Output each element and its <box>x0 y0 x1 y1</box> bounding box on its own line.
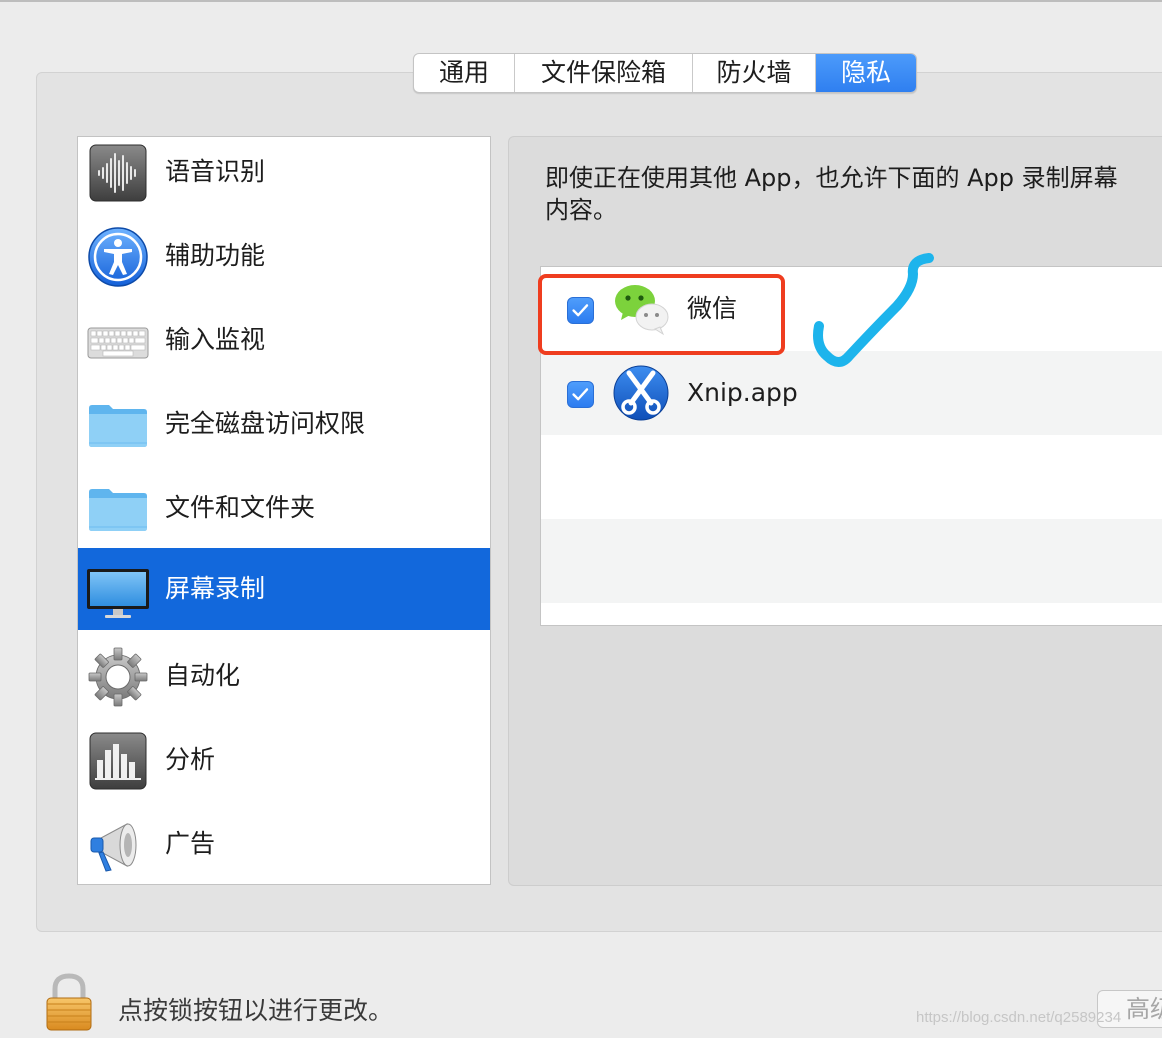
gear-icon <box>88 647 148 707</box>
sidebar-item-input-monitoring[interactable]: 输入监视 <box>78 305 490 387</box>
sidebar-item-speech-recognition[interactable]: 语音识别 <box>78 137 490 219</box>
sidebar-item-label: 分析 <box>165 745 216 774</box>
sidebar-item-full-disk-access[interactable]: 完全磁盘访问权限 <box>78 389 490 471</box>
sidebar-item-label: 自动化 <box>165 661 241 690</box>
list-empty-row <box>541 519 1162 603</box>
privacy-category-list: 语音识别 辅助功能 输入监视 完全磁盘访问权限 文件和文件夹 屏幕录制 自动化 … <box>77 136 491 885</box>
sidebar-item-label: 广告 <box>165 829 216 858</box>
list-empty-row <box>541 435 1162 519</box>
description-line-2: 内容。 <box>545 196 617 224</box>
keyboard-icon <box>87 327 149 359</box>
window-top-border <box>0 0 1162 2</box>
sidebar-item-files-and-folders[interactable]: 文件和文件夹 <box>78 473 490 555</box>
megaphone-icon <box>90 823 137 872</box>
sidebar-item-label: 完全磁盘访问权限 <box>165 409 366 438</box>
bar-chart-icon <box>89 732 147 790</box>
permission-description: 即使正在使用其他 App，也允许下面的 App 录制屏幕 内容。 <box>545 162 1162 226</box>
blue-checkmark-annotation <box>813 253 934 367</box>
lock-hint-text: 点按锁按钮以进行更改。 <box>118 996 394 1025</box>
sidebar-item-analytics[interactable]: 分析 <box>78 725 490 807</box>
display-icon <box>87 569 149 618</box>
waveform-icon <box>89 144 147 202</box>
sidebar-item-label: 辅助功能 <box>165 241 266 270</box>
xnip-checkbox[interactable] <box>567 381 594 408</box>
app-name: Xnip.app <box>687 378 798 407</box>
sidebar-item-accessibility[interactable]: 辅助功能 <box>78 221 490 303</box>
folder-icon <box>89 489 147 531</box>
sidebar-item-label: 屏幕录制 <box>165 574 266 603</box>
watermark-text: https://blog.csdn.net/q2589234 <box>916 1009 1122 1026</box>
sidebar-item-automation[interactable]: 自动化 <box>78 641 490 723</box>
sidebar-item-advertising[interactable]: 广告 <box>78 809 490 891</box>
tab-privacy[interactable]: 隐私 <box>816 54 916 92</box>
tab-firewall[interactable]: 防火墙 <box>693 54 816 92</box>
security-tab-bar: 通用 文件保险箱 防火墙 隐私 <box>413 53 917 93</box>
xnip-scissors-icon <box>613 365 669 421</box>
accessibility-icon <box>88 227 148 287</box>
sidebar-item-label: 输入监视 <box>165 325 266 354</box>
red-highlight-annotation <box>538 274 785 355</box>
sidebar-item-screen-recording[interactable]: 屏幕录制 <box>78 548 490 630</box>
folder-icon <box>89 405 147 447</box>
tab-general[interactable]: 通用 <box>414 54 515 92</box>
lock-icon[interactable] <box>44 973 94 1033</box>
description-line-1: 即使正在使用其他 App，也允许下面的 App 录制屏幕 <box>545 164 1118 192</box>
tab-filevault[interactable]: 文件保险箱 <box>515 54 693 92</box>
sidebar-item-label: 文件和文件夹 <box>165 493 316 522</box>
checkmark-icon <box>572 388 589 401</box>
sidebar-item-label: 语音识别 <box>165 157 266 186</box>
